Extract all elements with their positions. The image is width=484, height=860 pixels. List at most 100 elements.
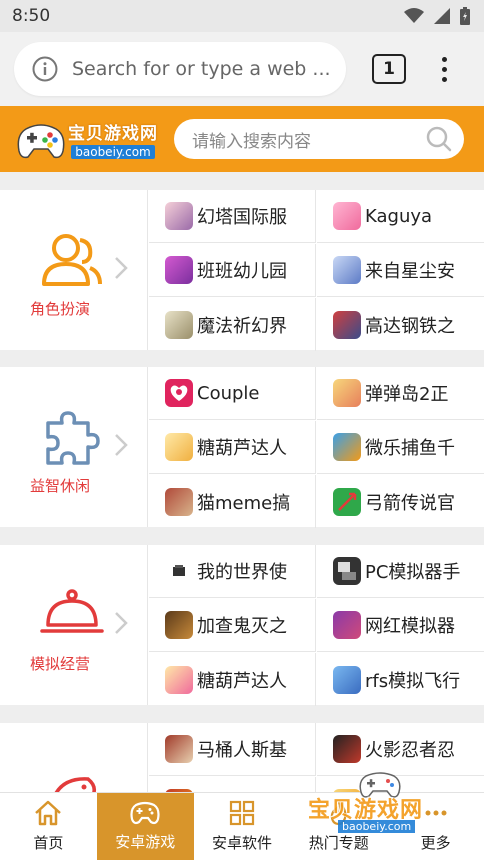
app-item[interactable]: 糖葫芦达人 <box>149 421 316 474</box>
page: 8:50 Search for or type a web ... 1 宝贝游戏… <box>0 0 484 860</box>
app-name: 幻塔国际服 <box>197 207 287 228</box>
app-icon <box>165 202 193 230</box>
app-icon <box>333 433 361 461</box>
site-logo[interactable]: 宝贝游戏网 baobeiy.com <box>16 117 158 161</box>
category-label: 益智休闲 <box>29 477 90 495</box>
category-simulation: 模拟经营 我的世界使 PC模拟器手 加查鬼灭之 网红模拟器 糖葫芦达人 rfs模… <box>0 545 484 706</box>
app-item[interactable]: rfs模拟飞行 <box>317 653 484 706</box>
category-link[interactable]: 益智休闲 <box>0 367 148 527</box>
site-search-input[interactable]: 请输入搜索内容 <box>174 119 464 159</box>
app-icon <box>165 379 193 407</box>
tab-switcher-button[interactable]: 1 <box>372 54 406 84</box>
app-icon <box>165 433 193 461</box>
battery-icon <box>460 7 470 25</box>
app-name: 马桶人斯基 <box>197 740 287 761</box>
app-item[interactable]: 我的世界使 <box>149 545 316 598</box>
app-item[interactable]: PC模拟器手 <box>317 545 484 598</box>
app-item[interactable]: 加查鬼灭之 <box>149 599 316 652</box>
app-item[interactable]: 弓箭传说官 <box>317 475 484 528</box>
app-name: 微乐捕鱼千 <box>365 438 455 459</box>
nav-label: 安卓游戏 <box>115 833 176 851</box>
signal-icon <box>434 8 450 24</box>
app-icon <box>333 310 361 339</box>
info-icon[interactable] <box>32 56 58 82</box>
app-icon <box>165 310 193 339</box>
app-icon <box>333 256 361 284</box>
nav-android-games[interactable]: 安卓游戏 <box>96 793 194 860</box>
app-name: 魔法祈幻界 <box>197 315 287 337</box>
app-icon <box>333 379 361 407</box>
chevron-right-icon <box>115 434 128 456</box>
app-item[interactable]: Kaguya <box>317 190 484 243</box>
app-icon <box>165 735 193 763</box>
app-name: 糖葫芦达人 <box>197 670 287 692</box>
app-item[interactable]: 弹弹岛2正 <box>317 367 484 420</box>
category-label: 角色扮演 <box>29 300 90 318</box>
app-item[interactable]: 微乐捕鱼千 <box>317 421 484 474</box>
app-name: PC模拟器手 <box>365 562 461 583</box>
app-item[interactable] <box>149 777 316 792</box>
puzzle-icon <box>46 411 100 465</box>
site-search-placeholder: 请输入搜索内容 <box>192 131 311 152</box>
app-item[interactable]: 班班幼儿园 <box>149 244 316 297</box>
app-icon <box>165 256 193 284</box>
app-item[interactable]: 幻塔国际服 <box>149 190 316 243</box>
apps-grid-icon <box>229 800 255 826</box>
app-item[interactable]: 糖葫芦达人 <box>149 653 316 706</box>
gamepad-logo-icon <box>17 124 65 159</box>
service-bell-icon <box>40 589 104 633</box>
nav-label: 首页 <box>33 834 64 852</box>
app-name: 火影忍者忍 <box>365 740 455 761</box>
category-list: 角色扮演 幻塔国际服 Kaguya 班班幼儿园 来自星尘安 魔法祈幻界 高达钢铁… <box>0 172 484 792</box>
app-name: Kaguya <box>365 205 433 227</box>
search-icon[interactable] <box>426 126 452 152</box>
status-bar: 8:50 <box>0 0 484 32</box>
category-puzzle: 益智休闲 Couple 弹弹岛2正 糖葫芦达人 微乐捕鱼千 猫meme搞 弓箭传… <box>0 367 484 528</box>
app-item[interactable]: 来自星尘安 <box>317 244 484 297</box>
app-name: 糖葫芦达人 <box>197 438 287 459</box>
app-icon <box>165 487 193 516</box>
omnibox[interactable]: Search for or type a web ... <box>14 42 346 96</box>
app-item[interactable]: Couple <box>149 367 316 420</box>
watermark-text-en: baobeiy.com <box>338 820 416 833</box>
status-time: 8:50 <box>12 6 51 26</box>
app-icon <box>333 487 361 516</box>
app-item[interactable]: 魔法祈幻界 <box>149 298 316 351</box>
app-name: 我的世界使 <box>197 562 287 583</box>
category-link[interactable]: 角色扮演 <box>0 190 148 350</box>
app-icon <box>333 202 361 230</box>
gamepad-icon <box>130 801 160 825</box>
app-name: 来自星尘安 <box>365 261 455 282</box>
watermark-logo: 宝贝游戏网 baobeiy.com <box>306 770 456 840</box>
app-name: 班班幼儿园 <box>197 261 287 282</box>
app-item[interactable]: 马桶人斯基 <box>149 723 316 776</box>
app-icon <box>333 557 361 585</box>
app-icon <box>165 611 193 639</box>
app-name: rfs模拟飞行 <box>365 670 461 692</box>
nav-label: 安卓软件 <box>211 834 272 852</box>
app-name: 弓箭传说官 <box>365 492 455 514</box>
app-icon <box>333 735 361 763</box>
status-icons <box>404 7 470 25</box>
app-name: 猫meme搞 <box>197 492 291 514</box>
app-icon <box>165 557 193 585</box>
app-icon <box>333 665 361 694</box>
app-item[interactable]: 猫meme搞 <box>149 475 316 528</box>
more-vert-icon[interactable] <box>442 56 447 82</box>
chevron-right-icon <box>115 257 128 279</box>
app-item[interactable]: 网红模拟器 <box>317 599 484 652</box>
logo-text-en: baobeiy.com <box>71 145 155 159</box>
app-name: 网红模拟器 <box>365 616 455 637</box>
category-label: 模拟经营 <box>29 655 90 673</box>
wifi-icon <box>404 8 424 23</box>
category-link[interactable] <box>0 723 148 792</box>
category-link[interactable]: 模拟经营 <box>0 545 148 705</box>
category-role-play: 角色扮演 幻塔国际服 Kaguya 班班幼儿园 来自星尘安 魔法祈幻界 高达钢铁… <box>0 190 484 351</box>
app-item[interactable]: 高达钢铁之 <box>317 298 484 351</box>
app-name: 高达钢铁之 <box>365 315 455 337</box>
app-item[interactable]: 火影忍者忍 <box>317 723 484 776</box>
nav-android-apps[interactable]: 安卓软件 <box>194 793 291 860</box>
app-name: Couple <box>197 382 260 404</box>
nav-home[interactable]: 首页 <box>0 793 97 860</box>
fish-icon <box>54 777 96 792</box>
